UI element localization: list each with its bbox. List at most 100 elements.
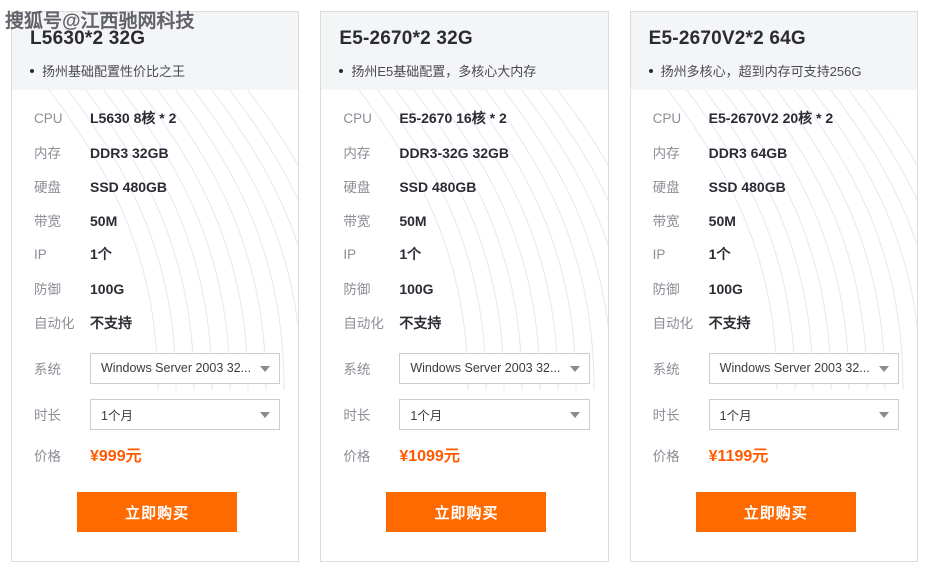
- spec-value-defense: 100G: [708, 281, 743, 297]
- system-select-row: 系统 Windows Server 2003 32...: [34, 348, 281, 388]
- spec-row-ip: IP 1个: [343, 244, 589, 278]
- chevron-down-icon: [878, 366, 889, 372]
- card-header: E5-2670*2 32G 扬州E5基础配置，多核心大内存: [321, 12, 608, 90]
- spec-row-disk: 硬盘 SSD 480GB: [653, 176, 899, 210]
- spec-row-defense: 防御 100G: [653, 278, 899, 312]
- spec-row-memory: 内存 DDR3 32GB: [34, 142, 280, 176]
- spec-row-ip: IP 1个: [653, 244, 899, 278]
- system-select[interactable]: Windows Server 2003 32...: [708, 352, 899, 384]
- spec-row-automation: 自动化 不支持: [653, 312, 899, 346]
- system-select-value: Windows Server 2003 32...: [101, 361, 252, 375]
- spec-row-defense: 防御 100G: [34, 278, 280, 312]
- spec-value-automation: 不支持: [708, 315, 751, 331]
- card-body: CPU L5630 8核 * 2 内存 DDR3 32GB 硬盘 SSD 480…: [12, 90, 298, 532]
- spec-value-memory: DDR3-32G 32GB: [399, 145, 510, 161]
- system-select[interactable]: Windows Server 2003 32...: [399, 352, 590, 384]
- spec-value-memory: DDR3 32GB: [90, 145, 169, 161]
- duration-select-label: 时长: [652, 408, 680, 423]
- duration-select[interactable]: 1个月: [708, 398, 899, 430]
- product-card: E5-2670*2 32G 扬州E5基础配置，多核心大内存 CPU E5-267…: [320, 11, 609, 562]
- product-card: L5630*2 32G 扬州基础配置性价比之王 CPU L5630 8核 * 2…: [11, 11, 300, 562]
- spec-label-disk: 硬盘: [343, 180, 371, 195]
- card-title: L5630*2 32G: [30, 28, 146, 49]
- spec-label-bandwidth: 带宽: [343, 214, 371, 229]
- system-select-label: 系统: [343, 362, 371, 377]
- card-header: E5-2670V2*2 64G 扬州多核心，超到内存可支持256G: [630, 12, 917, 90]
- system-select[interactable]: Windows Server 2003 32...: [90, 352, 281, 384]
- spec-value-defense: 100G: [90, 281, 125, 297]
- page-root: 搜狐号@江西驰网科技 L5630*2 32G 扬州基础配置性价比之王 CPU L…: [0, 0, 929, 577]
- card-subtitle: 扬州E5基础配置，多核心大内存: [339, 63, 589, 81]
- spec-value-automation: 不支持: [90, 315, 132, 331]
- chevron-down-icon: [260, 412, 271, 418]
- duration-select-label: 时长: [343, 408, 371, 423]
- spec-row-automation: 自动化 不支持: [34, 312, 280, 346]
- duration-select-row: 时长 1个月: [343, 394, 590, 434]
- price-label: 价格: [34, 449, 61, 464]
- buy-now-button[interactable]: 立即购买: [386, 492, 547, 532]
- spec-row-automation: 自动化 不支持: [343, 312, 589, 346]
- spec-label-bandwidth: 带宽: [652, 214, 680, 229]
- spec-value-cpu: E5-2670 16核 * 2: [399, 110, 507, 126]
- spec-value-bandwidth: 50M: [708, 213, 736, 229]
- buy-now-button[interactable]: 立即购买: [695, 492, 856, 532]
- price-value: ¥1099元: [399, 448, 460, 465]
- price-row: 价格 ¥1199元: [653, 442, 899, 480]
- price-value: ¥1199元: [708, 448, 769, 465]
- duration-select-value: 1个月: [410, 408, 443, 423]
- duration-select[interactable]: 1个月: [90, 398, 281, 430]
- bullet-icon: [648, 69, 653, 73]
- buy-button-wrap: 立即购买: [653, 480, 899, 532]
- spec-label-cpu: CPU: [343, 111, 372, 126]
- duration-select-row: 时长 1个月: [34, 394, 281, 434]
- spec-value-defense: 100G: [399, 281, 434, 297]
- spec-label-memory: 内存: [343, 146, 371, 161]
- duration-select[interactable]: 1个月: [399, 398, 590, 430]
- system-select-row: 系统 Windows Server 2003 32...: [653, 348, 899, 388]
- system-select-value: Windows Server 2003 32...: [719, 361, 870, 375]
- card-subtitle-text: 扬州E5基础配置，多核心大内存: [351, 64, 537, 79]
- spec-label-ip: IP: [343, 247, 357, 262]
- spec-row-memory: 内存 DDR3-32G 32GB: [343, 142, 589, 176]
- card-header: L5630*2 32G 扬州基础配置性价比之王: [12, 12, 299, 90]
- spec-value-automation: 不支持: [399, 315, 442, 331]
- duration-select-value: 1个月: [101, 408, 133, 423]
- price-value: ¥999元: [90, 448, 142, 465]
- price-row: 价格 ¥999元: [34, 442, 280, 480]
- spec-value-memory: DDR3 64GB: [708, 145, 788, 161]
- spec-row-cpu: CPU L5630 8核 * 2: [34, 108, 280, 142]
- spec-value-bandwidth: 50M: [90, 213, 118, 229]
- spec-label-memory: 内存: [34, 146, 61, 161]
- spec-label-automation: 自动化: [34, 316, 75, 331]
- spec-label-cpu: CPU: [34, 111, 63, 126]
- bullet-icon: [30, 69, 34, 73]
- chevron-down-icon: [878, 412, 889, 418]
- spec-row-cpu: CPU E5-2670 16核 * 2: [343, 108, 589, 142]
- spec-row-cpu: CPU E5-2670V2 20核 * 2: [653, 108, 899, 142]
- duration-select-label: 时长: [34, 408, 61, 423]
- buy-now-button[interactable]: 立即购买: [77, 492, 238, 532]
- spec-label-memory: 内存: [652, 146, 680, 161]
- spec-label-automation: 自动化: [343, 316, 384, 331]
- spec-label-automation: 自动化: [652, 316, 694, 331]
- card-title: E5-2670V2*2 64G: [648, 28, 806, 49]
- spec-label-ip: IP: [34, 247, 47, 262]
- buy-button-wrap: 立即购买: [343, 480, 589, 532]
- spec-row-disk: 硬盘 SSD 480GB: [343, 176, 589, 210]
- spec-row-bandwidth: 带宽 50M: [653, 210, 899, 244]
- spec-label-disk: 硬盘: [652, 180, 680, 195]
- chevron-down-icon: [569, 412, 580, 418]
- spec-value-disk: SSD 480GB: [399, 179, 477, 195]
- spec-label-defense: 防御: [652, 282, 680, 297]
- spec-row-bandwidth: 带宽 50M: [343, 210, 589, 244]
- card-subtitle: 扬州基础配置性价比之王: [30, 63, 280, 81]
- spec-label-defense: 防御: [34, 282, 61, 297]
- card-subtitle: 扬州多核心，超到内存可支持256G: [648, 63, 899, 81]
- spec-value-ip: 1个: [399, 246, 422, 262]
- price-row: 价格 ¥1099元: [343, 442, 589, 480]
- duration-select-row: 时长 1个月: [653, 394, 899, 434]
- spec-label-defense: 防御: [343, 282, 371, 297]
- system-select-row: 系统 Windows Server 2003 32...: [343, 348, 590, 388]
- duration-select-value: 1个月: [719, 408, 752, 423]
- spec-value-cpu: E5-2670V2 20核 * 2: [708, 110, 834, 126]
